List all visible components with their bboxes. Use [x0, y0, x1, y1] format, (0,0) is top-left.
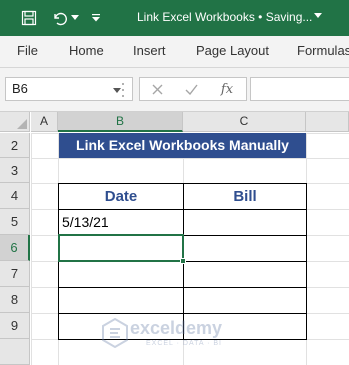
exceldemy-logo-icon — [102, 318, 128, 348]
gridline — [31, 158, 349, 159]
row-header-9[interactable]: 9 — [0, 313, 30, 339]
select-all-button[interactable] — [0, 112, 30, 132]
row-header-7[interactable]: 7 — [0, 261, 30, 287]
tab-home[interactable]: Home — [69, 43, 104, 58]
undo-icon[interactable] — [50, 9, 68, 27]
table-cell-bill[interactable] — [183, 209, 307, 236]
window-title: Link Excel Workbooks • Saving... — [137, 10, 313, 24]
fill-handle[interactable] — [180, 258, 186, 264]
table-cell-date[interactable] — [58, 287, 184, 314]
row-header-3[interactable]: 3 — [0, 158, 30, 183]
row-header-4[interactable]: 4 — [0, 183, 30, 209]
sheet-title-cell[interactable]: Link Excel Workbooks Manually — [59, 133, 306, 158]
tab-formulas[interactable]: Formulas — [297, 43, 349, 58]
enter-check-icon[interactable] — [178, 80, 204, 98]
insert-function-button[interactable]: fx — [214, 80, 240, 98]
watermark-name: exceldemy — [130, 318, 223, 338]
table-cell-bill[interactable] — [183, 287, 307, 314]
title-dropdown-icon[interactable] — [314, 13, 322, 18]
ribbon-tabs: File Home Insert Page Layout Formulas — [0, 36, 349, 68]
table-header-date[interactable]: Date — [58, 183, 184, 210]
column-header-next[interactable] — [306, 112, 349, 132]
fx-icon: fx — [220, 81, 234, 97]
column-header-c[interactable]: C — [183, 112, 306, 132]
undo-dropdown-icon[interactable] — [70, 9, 80, 27]
table-cell-bill[interactable] — [183, 235, 307, 262]
row-header-2[interactable]: 2 — [0, 133, 30, 158]
row-header-10[interactable] — [0, 339, 30, 365]
tab-page-layout[interactable]: Page Layout — [196, 43, 269, 58]
formula-input[interactable] — [250, 77, 349, 101]
formula-bar: B6 fx — [0, 68, 349, 112]
title-bar: Link Excel Workbooks • Saving... — [0, 0, 349, 36]
save-icon[interactable] — [20, 9, 38, 27]
table-header-bill[interactable]: Bill — [183, 183, 307, 210]
row-header-8[interactable]: 8 — [0, 287, 30, 313]
table-cell-date[interactable] — [58, 261, 184, 288]
tab-insert[interactable]: Insert — [133, 43, 166, 58]
column-header-b[interactable]: B — [58, 112, 183, 132]
formula-bar-splitter[interactable] — [122, 83, 124, 97]
formula-controls: fx — [139, 77, 247, 101]
table-cell-date[interactable]: 5/13/21 — [58, 209, 184, 236]
customize-toolbar-icon[interactable] — [90, 9, 102, 27]
watermark-tagline: EXCEL · DATA · BI — [146, 340, 222, 347]
table-cell-bill[interactable] — [183, 261, 307, 288]
tab-file[interactable]: File — [17, 43, 38, 58]
name-box-dropdown-icon[interactable] — [113, 88, 121, 93]
cancel-icon[interactable] — [144, 80, 170, 98]
row-header-6[interactable]: 6 — [0, 235, 30, 261]
row-header-5[interactable]: 5 — [0, 209, 30, 235]
watermark: exceldemy EXCEL · DATA · BI — [100, 316, 260, 356]
active-cell-b6[interactable] — [58, 234, 184, 262]
column-header-a[interactable]: A — [31, 112, 58, 132]
